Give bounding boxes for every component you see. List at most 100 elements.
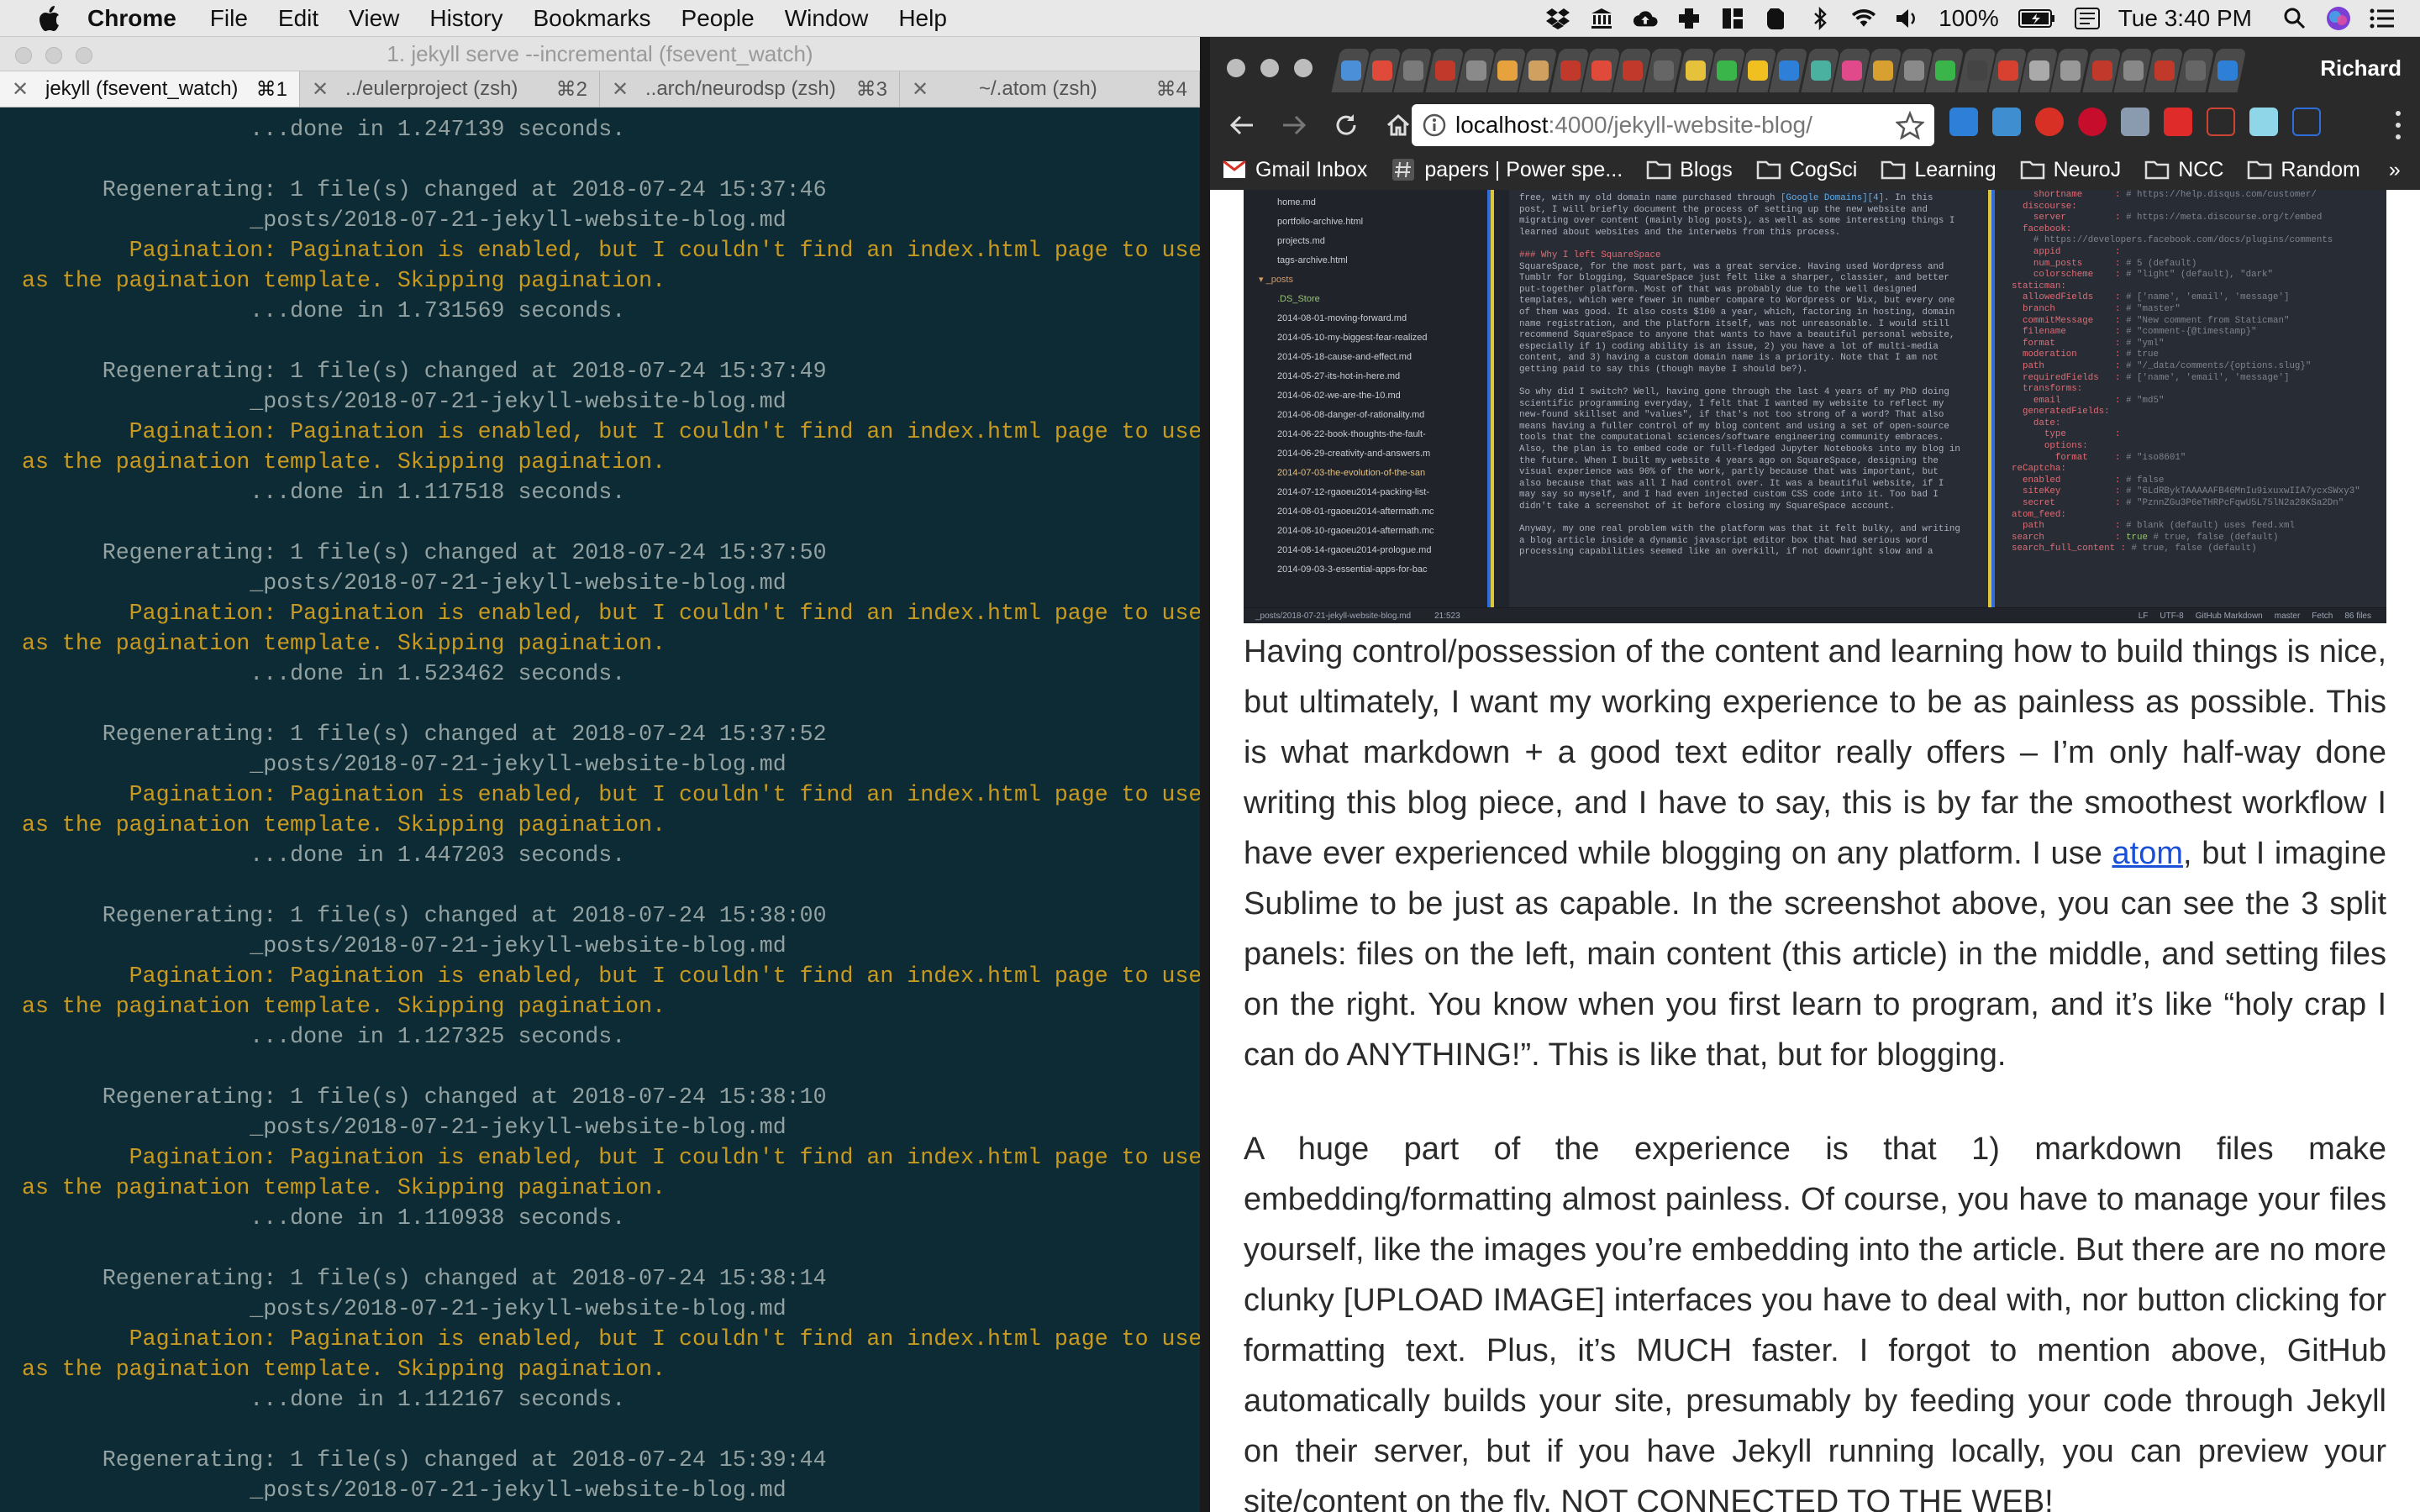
medical-cross-icon[interactable] xyxy=(1676,6,1702,31)
extension-2-icon[interactable] xyxy=(1992,108,2021,136)
tab-favicon-icon xyxy=(1560,60,1581,81)
close-icon[interactable]: ✕ xyxy=(12,77,30,102)
atom-config-text: shortname : # https://help.disqus.com/cu… xyxy=(2012,190,2383,555)
bluetooth-icon[interactable] xyxy=(1807,6,1833,31)
bookmark-random[interactable]: Random xyxy=(2247,158,2360,182)
minimize-window-button[interactable] xyxy=(1260,59,1279,77)
minimize-window-button[interactable] xyxy=(45,47,62,64)
profile-name[interactable]: Richard xyxy=(2320,55,2402,81)
zoom-window-button[interactable] xyxy=(1294,59,1313,77)
menubar-clock[interactable]: Tue 3:40 PM xyxy=(2118,5,2252,32)
terminal-window[interactable]: 1. jekyll serve --incremental (fsevent_w… xyxy=(0,37,1200,1512)
close-window-button[interactable] xyxy=(15,47,32,64)
close-icon[interactable]: ✕ xyxy=(612,77,630,102)
menu-history[interactable]: History xyxy=(429,5,502,32)
bookmark-star-icon[interactable] xyxy=(1894,110,1926,140)
reload-button[interactable] xyxy=(1329,108,1363,142)
battery-icon[interactable] xyxy=(2018,6,2056,31)
bookmarks-overflow-button[interactable]: » xyxy=(2389,158,2401,182)
dropbox-icon[interactable] xyxy=(1545,6,1570,31)
window-layout-icon[interactable] xyxy=(1720,6,1745,31)
extension-6-icon[interactable] xyxy=(2164,108,2192,136)
folder-icon xyxy=(2247,159,2272,181)
log-done-line: ...done in 1.523462 seconds. xyxy=(22,661,626,686)
spotlight-search-icon[interactable] xyxy=(2282,6,2307,31)
close-icon[interactable]: ✕ xyxy=(312,77,330,102)
extension-9-icon[interactable] xyxy=(2292,108,2321,136)
code-comment: # ['name', 'email', 'message'] xyxy=(2126,292,2290,303)
zoom-window-button[interactable] xyxy=(76,47,92,64)
bookmark-neuroj[interactable]: NeuroJ xyxy=(2020,158,2121,182)
code-line: visual experience was 90% of the work, p… xyxy=(1519,467,1939,478)
extension-7-icon[interactable] xyxy=(2207,108,2235,136)
bookmark-cogsci[interactable]: CogSci xyxy=(1756,158,1857,182)
page-viewport[interactable]: home.md portfolio-archive.html projects.md… xyxy=(1210,190,2420,1512)
log-done-line: ...done in 1.112167 seconds. xyxy=(22,1387,626,1412)
terminal-tab-4[interactable]: ✕ ~/.atom (zsh) ⌘4 xyxy=(900,71,1200,107)
menu-window[interactable]: Window xyxy=(785,5,869,32)
address-bar[interactable]: localhost:4000/jekyll-website-blog/ xyxy=(1412,104,1934,146)
institution-icon[interactable] xyxy=(1589,6,1614,31)
extension-8-icon[interactable] xyxy=(2249,108,2278,136)
atom-tree-item: 2014-06-22-book-thoughts-the-fault- xyxy=(1277,429,1426,439)
bookmark-papers-power-spe[interactable]: papers | Power spe... xyxy=(1391,158,1623,182)
extension-3-icon[interactable] xyxy=(2035,108,2064,136)
code-line: allowedFields : # ['name', 'email', 'mes… xyxy=(2012,292,2290,303)
code-comment: # "master" xyxy=(2126,303,2181,314)
code-line: generatedFields: xyxy=(2012,407,2110,417)
back-button[interactable] xyxy=(1225,108,1259,142)
evernote-icon[interactable] xyxy=(1764,6,1789,31)
terminal-tab-2[interactable]: ✕ ../eulerproject (zsh) ⌘2 xyxy=(300,71,600,107)
bookmark-learning[interactable]: Learning xyxy=(1881,158,1996,182)
wifi-icon[interactable] xyxy=(1851,6,1876,31)
chrome-window[interactable]: Richard localhost:4000/jekyll-website-bl… xyxy=(1210,37,2420,1512)
atom-tree-item: 2014-08-01-rgaoeu2014-aftermath.mc xyxy=(1277,507,1434,517)
extension-1-icon[interactable] xyxy=(1949,108,1978,136)
battery-percent[interactable]: 100% xyxy=(1939,5,1999,32)
close-icon[interactable]: ✕ xyxy=(912,77,930,102)
terminal-tab-1[interactable]: ✕ jekyll (fsevent_watch) ⌘1 xyxy=(0,71,300,107)
code-line: secret : # "PznnZGu3P6eTHRPcFqwU5L75lN2a… xyxy=(2012,498,2344,509)
log-warning-line: as the pagination template. Skipping pag… xyxy=(22,268,666,293)
info-icon[interactable] xyxy=(1422,113,1447,138)
adblock-plus-icon[interactable] xyxy=(2078,108,2107,136)
code-link: [Google Domains][4] xyxy=(1781,193,1885,203)
log-warning-line: as the pagination template. Skipping pag… xyxy=(22,449,666,475)
atom-status-eol: LF xyxy=(2138,611,2149,621)
home-button[interactable] xyxy=(1381,108,1415,142)
menu-app-name[interactable]: Chrome xyxy=(87,5,176,32)
menu-help[interactable]: Help xyxy=(898,5,947,32)
extension-5-icon[interactable] xyxy=(2121,108,2149,136)
apple-icon[interactable] xyxy=(32,3,66,34)
menu-view[interactable]: View xyxy=(349,5,399,32)
cloud-upload-icon[interactable] xyxy=(1633,6,1658,31)
notification-center-icon[interactable] xyxy=(2370,6,2395,31)
log-warning-line: Pagination: Pagination is enabled, but I… xyxy=(22,782,1200,807)
terminal-output[interactable]: ...done in 1.247139 seconds. Regeneratin… xyxy=(0,108,1200,1512)
log-warning-line: Pagination: Pagination is enabled, but I… xyxy=(22,419,1200,444)
terminal-titlebar[interactable]: 1. jekyll serve --incremental (fsevent_w… xyxy=(0,37,1200,71)
bookmark-gmail-inbox[interactable]: Gmail Inbox xyxy=(1222,158,1367,182)
chrome-tab[interactable] xyxy=(2207,49,2247,92)
forward-button[interactable] xyxy=(1277,108,1311,142)
menu-people[interactable]: People xyxy=(681,5,755,32)
bookmark-ncc[interactable]: NCC xyxy=(2144,158,2223,182)
log-file-line: _posts/2018-07-21-jekyll-website-blog.md xyxy=(22,1296,786,1321)
chrome-menu-icon[interactable] xyxy=(2388,111,2408,139)
code-line: didn't take a screenshot of it before cl… xyxy=(1519,501,1896,512)
code-line: getting paid to say this (though maybe I… xyxy=(1519,364,1808,375)
atom-editor-pane-middle: free, with my old domain name purchased … xyxy=(1491,190,1991,608)
input-menu-icon[interactable] xyxy=(2074,6,2100,31)
menu-file[interactable]: File xyxy=(210,5,248,32)
close-window-button[interactable] xyxy=(1227,59,1245,77)
volume-icon[interactable] xyxy=(1895,6,1920,31)
menu-edit[interactable]: Edit xyxy=(278,5,318,32)
bookmark-label: Gmail Inbox xyxy=(1255,157,1368,181)
terminal-tab-3[interactable]: ✕ ..arch/neurodsp (zsh) ⌘3 xyxy=(600,71,900,107)
bookmark-blogs[interactable]: Blogs xyxy=(1646,158,1733,182)
code-comment: # "New comment from Staticman" xyxy=(2126,315,2290,326)
code-line: staticman: xyxy=(2012,281,2066,291)
atom-link[interactable]: atom xyxy=(2112,836,2183,871)
siri-icon[interactable] xyxy=(2326,6,2351,31)
menu-bookmarks[interactable]: Bookmarks xyxy=(533,5,650,32)
